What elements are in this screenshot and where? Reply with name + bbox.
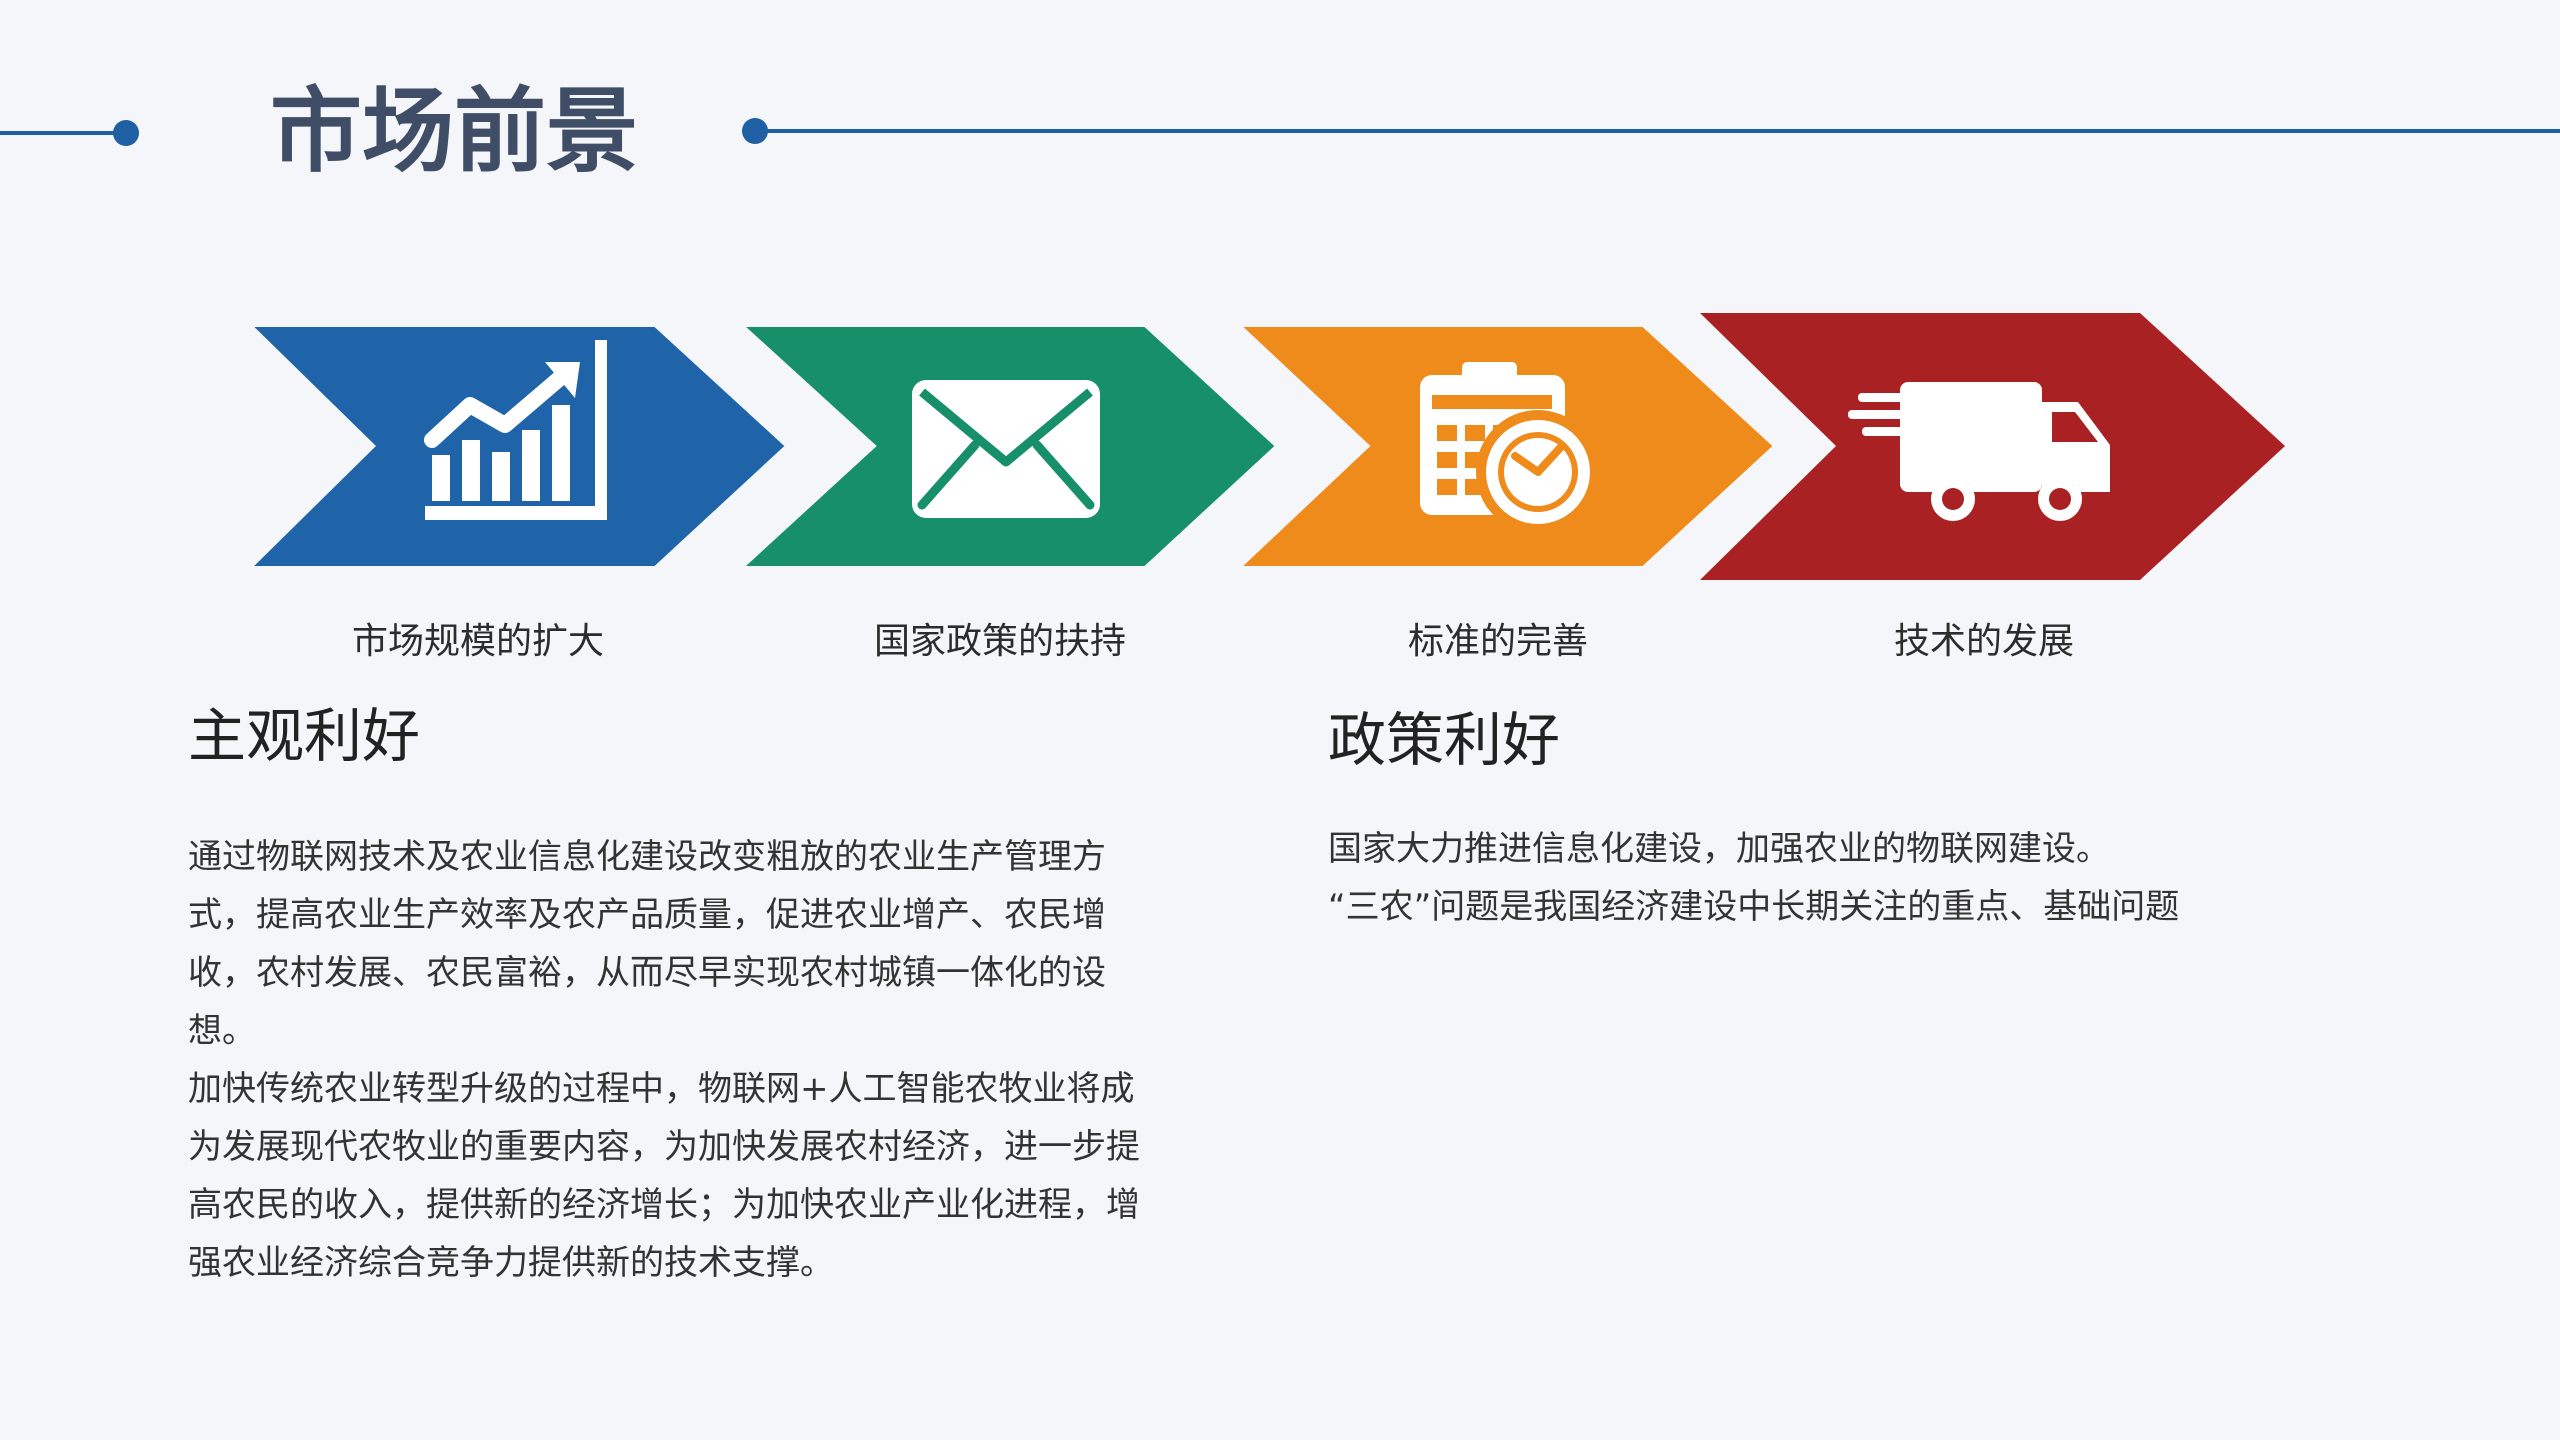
left-section-heading: 主观利好 [188,702,421,770]
chevron-step-1 [185,299,826,594]
right-paragraph-1: 国家大力推进信息化建设，加强农业的物联网建设。 [1328,829,2110,869]
envelope-icon [912,380,1100,518]
right-section-heading: 政策利好 [1328,706,1561,774]
right-paragraph-2: “三农”问题是我国经济建设中长期关注的重点、基础问题 [1328,887,2180,927]
left-section-body: 通过物联网技术及农业信息化建设改变粗放的农业生产管理方式，提高农业生产效率及农产… [188,828,1168,1292]
slide: 市场前景 市场规模的扩大 国家政策的扶持 标准的完善 技术的发展 主观利好 通过… [0,0,2560,1440]
step-label-2: 国家政策的扶持 [873,621,1126,662]
step-label-4: 技术的发展 [1893,621,2074,662]
step-label-1: 市场规模的扩大 [351,621,604,662]
left-paragraph-1: 通过物联网技术及农业信息化建设改变粗放的农业生产管理方式，提高农业生产效率及农产… [188,837,1106,1051]
process-chevrons [185,299,2285,594]
step-label-3: 标准的完善 [1407,621,1588,662]
left-paragraph-2: 加快传统农业转型升级的过程中，物联网+人工智能农牧业将成为发展现代农牧业的重要内… [188,1069,1140,1283]
right-section-body: 国家大力推进信息化建设，加强农业的物联网建设。 “三农”问题是我国经济建设中长期… [1328,820,2428,936]
